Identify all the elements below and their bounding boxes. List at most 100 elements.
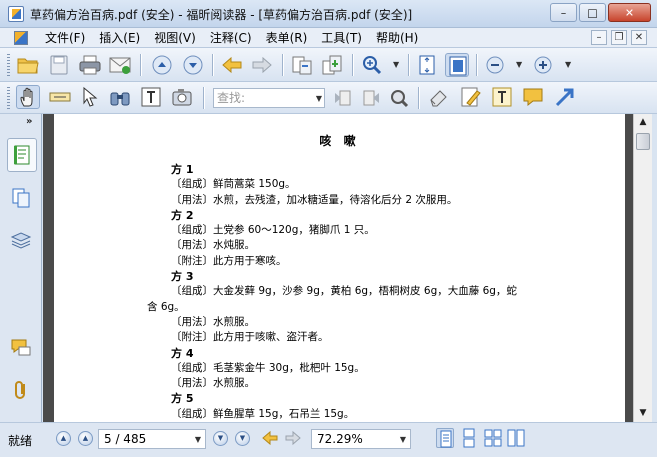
fit-page-icon[interactable] bbox=[415, 53, 439, 77]
find-input[interactable] bbox=[214, 89, 310, 107]
vertical-scrollbar[interactable]: ▲ ▼ bbox=[633, 114, 652, 422]
prescription-heading: 方 4 bbox=[171, 346, 194, 360]
zoom-dropdown-icon[interactable]: ▼ bbox=[400, 435, 406, 444]
toolbar-separator bbox=[352, 54, 353, 76]
page-dropdown-icon[interactable]: ▼ bbox=[195, 435, 201, 444]
scroll-down-icon[interactable]: ▼ bbox=[634, 405, 652, 422]
close-icon: ✕ bbox=[624, 6, 635, 19]
arrow-tool-icon[interactable] bbox=[553, 85, 577, 109]
print-icon[interactable] bbox=[78, 53, 102, 77]
doc-close-button[interactable]: ✕ bbox=[631, 30, 647, 45]
text-line: 〔组成〕大金发藓 9g，沙参 9g，黄柏 6g，梧桐树皮 6g，大血藤 6g，蛇 bbox=[171, 285, 517, 298]
highlight-icon[interactable] bbox=[459, 85, 483, 109]
search-icon[interactable] bbox=[387, 86, 411, 110]
zoom-out-dropdown-icon[interactable]: ▼ bbox=[516, 60, 522, 69]
fit-width-icon[interactable] bbox=[445, 53, 469, 77]
extract-pages-icon[interactable] bbox=[290, 53, 314, 77]
menu-comment[interactable]: 注释(C) bbox=[203, 30, 259, 46]
page-number-field[interactable]: 5 / 485 ▼ bbox=[98, 429, 206, 449]
find-next-icon[interactable] bbox=[359, 86, 383, 110]
scroll-thumb[interactable] bbox=[636, 133, 650, 150]
zoom-in-icon[interactable] bbox=[531, 53, 555, 77]
scroll-up-icon[interactable]: ▲ bbox=[634, 114, 652, 131]
menu-form[interactable]: 表单(R) bbox=[259, 30, 315, 46]
prescription-heading: 方 3 bbox=[171, 270, 194, 284]
back-arrow-icon[interactable] bbox=[220, 53, 244, 77]
doc-restore-button[interactable]: ❐ bbox=[611, 30, 627, 45]
facing-view-icon[interactable] bbox=[484, 428, 502, 448]
loupe-icon[interactable] bbox=[108, 85, 132, 109]
window-title: 草药偏方治百病.pdf (安全) - 福昕阅读器 - [草药偏方治百病.pdf … bbox=[30, 8, 413, 22]
find-box[interactable]: ▼ bbox=[213, 88, 325, 108]
single-page-view-icon[interactable] bbox=[436, 428, 454, 448]
document-icon[interactable] bbox=[14, 31, 28, 45]
toolbar-grip[interactable] bbox=[7, 87, 10, 109]
save-icon[interactable] bbox=[47, 53, 71, 77]
open-folder-icon[interactable] bbox=[16, 53, 40, 77]
zoom-tool-icon[interactable] bbox=[360, 53, 384, 77]
text-line: 〔用法〕水炖服。 bbox=[171, 239, 255, 252]
pages-tab[interactable] bbox=[7, 182, 37, 216]
zoom-level-field[interactable]: 72.29% ▼ bbox=[311, 429, 411, 449]
menu-tools[interactable]: 工具(T) bbox=[314, 30, 369, 46]
next-page-button-icon[interactable]: ▼ bbox=[213, 431, 228, 446]
page-indicator: 5 / 485 bbox=[104, 432, 147, 446]
text-line: 〔附注〕此方用于咳嗽、盗汗者。 bbox=[171, 331, 329, 344]
comment-icon bbox=[11, 339, 31, 356]
collapse-sidebar-icon[interactable]: » bbox=[26, 116, 32, 127]
prescription-heading: 方 5 bbox=[171, 392, 194, 406]
text-box-icon[interactable] bbox=[490, 85, 514, 109]
text-line: 〔组成〕鲜茼蒿菜 150g。 bbox=[171, 178, 296, 191]
select-text-icon[interactable] bbox=[48, 85, 72, 109]
comments-tab[interactable] bbox=[7, 332, 37, 366]
prescription-heading: 方 1 bbox=[171, 163, 194, 176]
toolbar-grip[interactable] bbox=[7, 54, 10, 76]
menu-help[interactable]: 帮助(H) bbox=[369, 30, 425, 46]
go-back-icon[interactable] bbox=[261, 428, 279, 448]
text-line: 〔组成〕毛茎紫金牛 30g，枇杷叶 15g。 bbox=[171, 361, 365, 374]
minimize-button[interactable]: – bbox=[550, 3, 577, 22]
next-page-icon[interactable] bbox=[181, 53, 205, 77]
toolbar-separator bbox=[418, 87, 419, 109]
bookmarks-tab[interactable] bbox=[7, 138, 37, 172]
typewriter-icon[interactable] bbox=[139, 85, 163, 109]
zoom-in-dropdown-icon[interactable]: ▼ bbox=[565, 60, 571, 69]
maximize-button[interactable]: □ bbox=[579, 3, 606, 22]
document-viewer[interactable]: 咳 嗽 方 1 〔组成〕鲜茼蒿菜 150g。 〔用法〕水煎，去残渣，加冰糖适量，待溶… bbox=[43, 114, 633, 422]
first-page-icon[interactable]: ▲ bbox=[56, 431, 71, 446]
menu-insert[interactable]: 插入(E) bbox=[92, 30, 147, 46]
minimize-icon: – bbox=[560, 6, 567, 19]
snapshot-camera-icon[interactable] bbox=[170, 85, 194, 109]
toolbar-separator bbox=[140, 54, 141, 76]
email-icon[interactable] bbox=[108, 53, 132, 77]
find-previous-icon[interactable] bbox=[331, 86, 355, 110]
layers-tab[interactable] bbox=[7, 224, 37, 258]
zoom-out-icon[interactable] bbox=[483, 53, 507, 77]
continuous-facing-view-icon[interactable] bbox=[507, 428, 525, 448]
title-bar: 草药偏方治百病.pdf (安全) - 福昕阅读器 - [草药偏方治百病.pdf … bbox=[0, 0, 657, 28]
close-button[interactable]: ✕ bbox=[608, 3, 651, 22]
text-line: 含 6g。 bbox=[147, 300, 185, 313]
go-forward-icon[interactable] bbox=[284, 428, 302, 448]
find-dropdown-icon[interactable]: ▼ bbox=[316, 94, 322, 103]
last-page-icon[interactable]: ▼ bbox=[235, 431, 250, 446]
toolbar-separator bbox=[212, 54, 213, 76]
menu-view[interactable]: 视图(V) bbox=[147, 30, 203, 46]
forward-arrow-icon[interactable] bbox=[250, 53, 274, 77]
status-bar: 就绪 ▲ ▲ 5 / 485 ▼ ▼ ▼ 72.29% ▼ bbox=[0, 422, 657, 457]
select-annotation-icon[interactable] bbox=[78, 85, 102, 109]
foxit-app-icon[interactable] bbox=[8, 6, 24, 22]
hand-tool-icon[interactable] bbox=[16, 85, 40, 109]
insert-pages-icon[interactable] bbox=[320, 53, 344, 77]
menu-file[interactable]: 文件(F) bbox=[38, 30, 92, 46]
doc-minimize-button[interactable]: – bbox=[591, 30, 607, 45]
previous-page-button-icon[interactable]: ▲ bbox=[78, 431, 93, 446]
continuous-view-icon[interactable] bbox=[460, 428, 478, 448]
zoom-tool-dropdown-icon[interactable]: ▼ bbox=[393, 60, 399, 69]
eraser-icon[interactable] bbox=[427, 85, 451, 109]
paperclip-icon bbox=[15, 381, 25, 399]
toolbar-separator bbox=[408, 54, 409, 76]
previous-page-icon[interactable] bbox=[150, 53, 174, 77]
note-icon[interactable] bbox=[521, 85, 545, 109]
attachments-tab[interactable] bbox=[7, 374, 37, 408]
